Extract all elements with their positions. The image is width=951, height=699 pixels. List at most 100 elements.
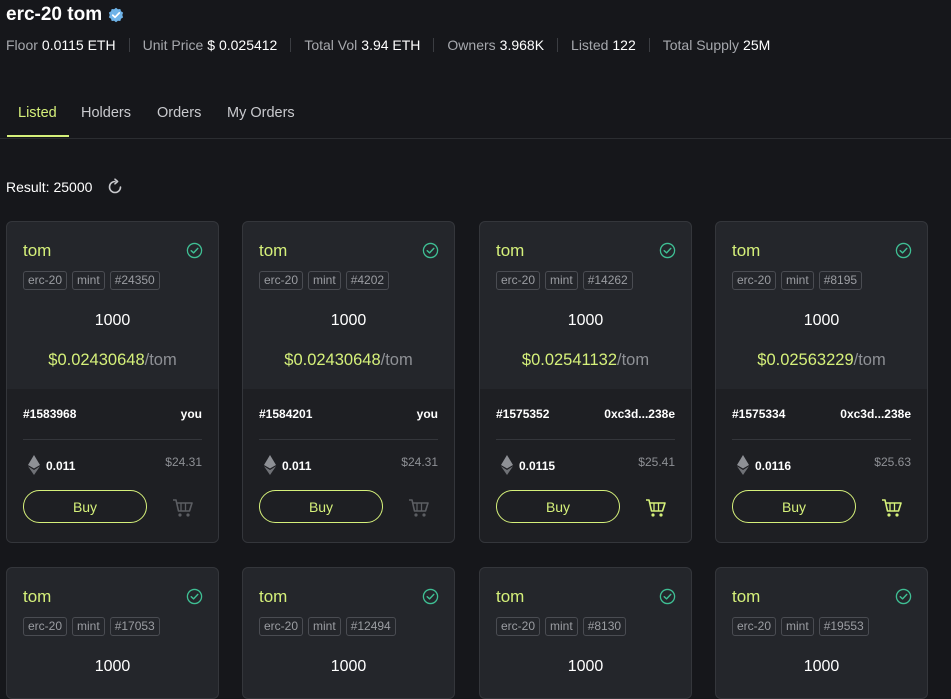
token-amount: 1000 (803, 312, 840, 329)
tag-number: #17053 (109, 617, 160, 636)
seller: you (180, 407, 202, 421)
eth-icon (501, 455, 513, 475)
tag-type: mint (781, 617, 814, 636)
tag-number: #4202 (345, 271, 390, 290)
add-to-cart-icon[interactable] (172, 498, 194, 518)
usd-price: $24.31 (165, 455, 202, 469)
usd-price: $25.41 (638, 455, 675, 469)
token-amount: 1000 (94, 312, 131, 329)
usd-price: $24.31 (401, 455, 438, 469)
listing-card: tom erc-20 mint #14262 1000 $0.02541132/… (479, 221, 692, 543)
eth-icon (264, 455, 276, 475)
stat-total-vol: Total Vol 3.94 ETH (304, 37, 421, 53)
listing-card: tom erc-20 mint #17053 1000 (6, 567, 219, 699)
seller: you (416, 407, 438, 421)
listing-id: #1575334 (732, 407, 786, 421)
tag-number: #8130 (582, 617, 627, 636)
tag-list: erc-20 mint #19553 (732, 617, 869, 636)
listing-card: tom erc-20 mint #24350 1000 $0.02430648/… (6, 221, 219, 543)
divider (496, 439, 675, 440)
tag-list: erc-20 mint #17053 (23, 617, 160, 636)
seller: 0xc3d...238e (604, 407, 675, 421)
check-circle-icon (422, 588, 439, 605)
unit-price: $0.02430648/tom (48, 351, 177, 369)
listing-card: tom erc-20 mint #8195 1000 $0.02563229/t… (715, 221, 928, 543)
token-amount: 1000 (330, 312, 367, 329)
tag-type: mint (308, 271, 341, 290)
tag-standard: erc-20 (259, 271, 304, 290)
tag-type: mint (72, 617, 105, 636)
collection-header: erc-20 tom (6, 4, 124, 26)
tag-standard: erc-20 (23, 271, 68, 290)
refresh-icon[interactable] (106, 178, 124, 196)
stat-divider (128, 38, 130, 52)
buy-button[interactable]: Buy (259, 490, 383, 523)
tab-holders[interactable]: Holders (81, 105, 131, 121)
tab-bar: Listed Holders Orders My Orders (0, 96, 951, 139)
unit-price: $0.02563229/tom (757, 351, 886, 369)
add-to-cart-icon[interactable] (881, 498, 903, 518)
listing-card: tom erc-20 mint #12494 1000 (242, 567, 455, 699)
tag-standard: erc-20 (259, 617, 304, 636)
token-amount: 1000 (330, 658, 367, 675)
buy-button[interactable]: Buy (23, 490, 147, 523)
eth-price: 0.011 (46, 459, 76, 473)
token-name: tom (23, 587, 52, 606)
verified-badge-icon (109, 7, 124, 23)
tag-number: #14262 (582, 271, 633, 290)
tag-list: erc-20 mint #4202 (259, 271, 390, 290)
listing-footer: #1584201 you 0.011 $24.31 Buy (243, 389, 454, 542)
check-circle-icon (659, 242, 676, 259)
stat-divider (648, 38, 650, 52)
check-circle-icon (186, 588, 203, 605)
stat-total-supply: Total Supply 25M (662, 37, 771, 53)
tag-type: mint (781, 271, 814, 290)
stat-divider (290, 38, 292, 52)
token-amount: 1000 (567, 312, 604, 329)
tag-type: mint (545, 271, 578, 290)
tab-my-orders[interactable]: My Orders (227, 105, 295, 121)
eth-price: 0.0116 (755, 459, 792, 473)
listing-card: tom erc-20 mint #19553 1000 (715, 567, 928, 699)
token-name: tom (259, 587, 288, 606)
check-circle-icon (895, 588, 912, 605)
listing-footer: #1583968 you 0.011 $24.31 Buy (7, 389, 218, 542)
add-to-cart-icon[interactable] (645, 498, 667, 518)
eth-price: 0.0115 (519, 459, 556, 473)
tag-standard: erc-20 (732, 617, 777, 636)
eth-price: 0.011 (282, 459, 312, 473)
tag-standard: erc-20 (23, 617, 68, 636)
tag-standard: erc-20 (496, 271, 541, 290)
listing-footer: #1575352 0xc3d...238e 0.0115 $25.41 Buy (480, 389, 691, 542)
listing-card: tom erc-20 mint #8130 1000 (479, 567, 692, 699)
tag-type: mint (72, 271, 105, 290)
stat-listed: Listed 122 (571, 37, 636, 53)
tag-number: #24350 (109, 271, 160, 290)
tag-list: erc-20 mint #8195 (732, 271, 863, 290)
buy-button[interactable]: Buy (732, 490, 856, 523)
add-to-cart-icon[interactable] (408, 498, 430, 518)
token-name: tom (259, 241, 288, 260)
unit-price: $0.02430648/tom (284, 351, 413, 369)
tag-list: erc-20 mint #8130 (496, 617, 627, 636)
tag-list: erc-20 mint #12494 (259, 617, 396, 636)
unit-price: $0.02541132/tom (521, 351, 650, 369)
tab-orders[interactable]: Orders (157, 105, 201, 121)
tag-standard: erc-20 (496, 617, 541, 636)
tag-number: #19553 (818, 617, 869, 636)
tab-listed[interactable]: Listed (18, 105, 57, 121)
buy-button[interactable]: Buy (496, 490, 620, 523)
token-name: tom (496, 587, 525, 606)
listing-card: tom erc-20 mint #4202 1000 $0.02430648/t… (242, 221, 455, 543)
check-circle-icon (895, 242, 912, 259)
token-amount: 1000 (803, 658, 840, 675)
listing-id: #1584201 (259, 407, 313, 421)
tag-number: #8195 (818, 271, 863, 290)
token-name: tom (732, 587, 761, 606)
check-circle-icon (659, 588, 676, 605)
usd-price: $25.63 (874, 455, 911, 469)
token-amount: 1000 (567, 658, 604, 675)
stat-owners: Owners 3.968K (447, 37, 545, 53)
active-tab-indicator (7, 135, 69, 137)
tag-number: #12494 (345, 617, 396, 636)
